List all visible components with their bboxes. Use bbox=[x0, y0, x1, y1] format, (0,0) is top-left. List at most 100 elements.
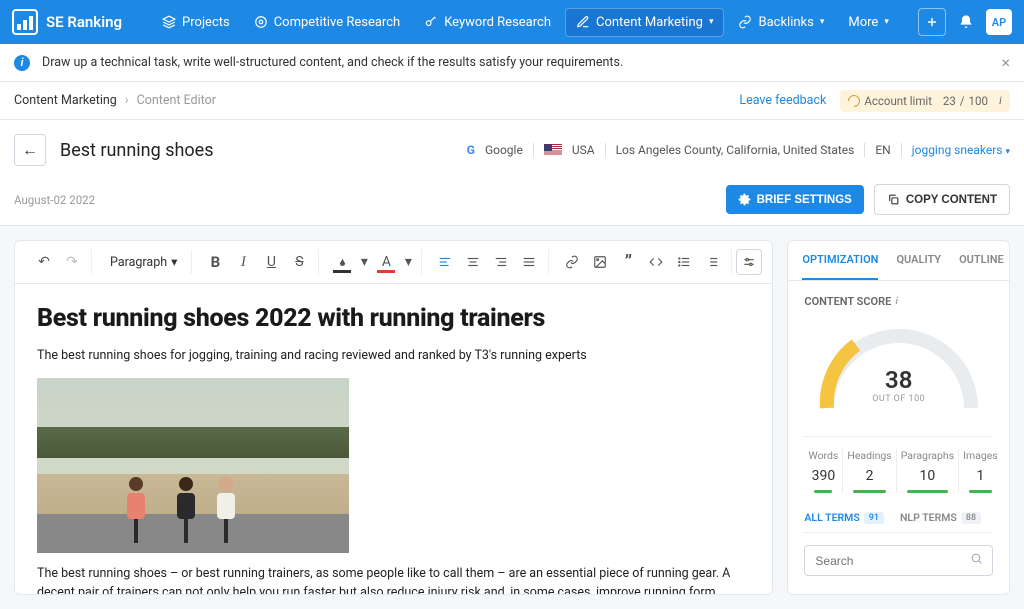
logo-icon bbox=[12, 9, 38, 35]
info-banner: i Draw up a technical task, write well-s… bbox=[0, 44, 1024, 82]
leave-feedback-link[interactable]: Leave feedback bbox=[739, 93, 826, 108]
chevron-right-icon: › bbox=[125, 93, 129, 108]
image-button[interactable] bbox=[587, 249, 613, 275]
undo-button[interactable]: ↶ bbox=[31, 249, 57, 275]
underline-button[interactable]: U bbox=[258, 249, 284, 275]
italic-button[interactable]: I bbox=[230, 249, 256, 275]
link-button[interactable] bbox=[559, 249, 585, 275]
key-icon bbox=[424, 15, 438, 29]
content-h1: Best running shoes 2022 with running tra… bbox=[37, 304, 750, 333]
chevron-down-icon: ▾ bbox=[820, 17, 825, 27]
nav-label: Competitive Research bbox=[274, 15, 400, 30]
location: Los Angeles County, California, United S… bbox=[616, 143, 855, 157]
chevron-down-icon: ▾ bbox=[709, 17, 714, 27]
language: EN bbox=[875, 143, 890, 157]
brand-name: SE Ranking bbox=[46, 13, 122, 31]
back-button[interactable]: ← bbox=[14, 134, 46, 166]
nav-label: More bbox=[848, 15, 878, 30]
nav-keyword[interactable]: Keyword Research bbox=[414, 8, 561, 37]
editor-body[interactable]: Best running shoes 2022 with running tra… bbox=[15, 284, 772, 594]
limit-used: 23 bbox=[943, 94, 956, 108]
document-title: Best running shoes bbox=[60, 140, 467, 161]
limit-label: Account limit bbox=[864, 94, 932, 108]
stats-row: Words390 Headings2 Paragraphs10 Images1 bbox=[804, 436, 993, 493]
stat-images: Images1 bbox=[959, 449, 1002, 493]
search-input[interactable] bbox=[815, 554, 970, 568]
info-icon[interactable]: i bbox=[895, 296, 898, 307]
align-center-button[interactable] bbox=[460, 249, 486, 275]
bullet-list-button[interactable] bbox=[671, 249, 697, 275]
align-justify-button[interactable] bbox=[516, 249, 542, 275]
chevron-down-icon: ▾ bbox=[1005, 147, 1010, 157]
tab-quality[interactable]: QUALITY bbox=[896, 241, 941, 280]
redo-button[interactable]: ↷ bbox=[59, 249, 85, 275]
nav-label: Backlinks bbox=[758, 15, 813, 30]
stat-words: Words390 bbox=[804, 449, 843, 493]
terms-search[interactable] bbox=[804, 545, 993, 576]
stat-headings: Headings2 bbox=[843, 449, 896, 493]
gear-icon bbox=[738, 193, 751, 206]
score-value: 38 bbox=[809, 366, 989, 394]
quote-button[interactable]: ” bbox=[615, 249, 641, 275]
bell-icon[interactable] bbox=[958, 14, 974, 30]
account-limit-badge[interactable]: Account limit 23 / 100 i bbox=[840, 90, 1010, 112]
stat-paragraphs: Paragraphs10 bbox=[897, 449, 959, 493]
chevron-down-icon: ▾ bbox=[171, 254, 177, 270]
chevron-down-icon[interactable]: ▾ bbox=[357, 249, 371, 275]
nav-label: Keyword Research bbox=[444, 15, 551, 30]
settings-toggle-button[interactable] bbox=[736, 249, 762, 275]
breadcrumb-parent[interactable]: Content Marketing bbox=[14, 93, 117, 108]
search-icon bbox=[970, 552, 983, 569]
info-icon: i bbox=[999, 95, 1002, 107]
layers-icon bbox=[162, 15, 176, 29]
copy-content-button[interactable]: COPY CONTENT bbox=[874, 184, 1010, 215]
nav-label: Projects bbox=[182, 15, 230, 30]
align-right-button[interactable] bbox=[488, 249, 514, 275]
close-icon[interactable]: × bbox=[1001, 53, 1010, 72]
nav-label: Content Marketing bbox=[596, 15, 703, 30]
nav-content-marketing[interactable]: Content Marketing ▾ bbox=[565, 8, 724, 37]
highlight-color-button[interactable] bbox=[329, 249, 355, 275]
editor-panel: ↶ ↷ Paragraph ▾ B I U S ▾ A ▾ bbox=[14, 240, 773, 595]
meta-chips: G Google USA Los Angeles County, Califor… bbox=[467, 143, 1010, 157]
tab-optimization[interactable]: OPTIMIZATION bbox=[802, 241, 878, 280]
gauge-icon bbox=[846, 92, 863, 109]
editor-toolbar: ↶ ↷ Paragraph ▾ B I U S ▾ A ▾ bbox=[15, 241, 772, 284]
add-button[interactable] bbox=[918, 8, 946, 36]
chevron-down-icon[interactable]: ▾ bbox=[401, 249, 415, 275]
banner-text: Draw up a technical task, write well-str… bbox=[42, 55, 623, 70]
google-icon: G bbox=[467, 143, 475, 157]
bold-button[interactable]: B bbox=[202, 249, 228, 275]
country: USA bbox=[572, 143, 595, 157]
chevron-down-icon: ▾ bbox=[884, 17, 889, 27]
nav-competitive[interactable]: Competitive Research bbox=[244, 8, 410, 37]
brief-settings-button[interactable]: BRIEF SETTINGS bbox=[726, 185, 864, 214]
score-gauge: 38 OUT OF 100 bbox=[809, 318, 989, 418]
target-icon bbox=[254, 15, 268, 29]
title-area: ← Best running shoes G Google USA Los An… bbox=[0, 120, 1024, 226]
paragraph-dropdown[interactable]: Paragraph ▾ bbox=[102, 250, 185, 274]
align-left-button[interactable] bbox=[432, 249, 458, 275]
code-button[interactable] bbox=[643, 249, 669, 275]
info-icon: i bbox=[14, 55, 30, 71]
side-panel: OPTIMIZATION QUALITY OUTLINE CONTENT SCO… bbox=[787, 240, 1010, 595]
content-paragraph: The best running shoes for jogging, trai… bbox=[37, 347, 750, 366]
nav-projects[interactable]: Projects bbox=[152, 8, 240, 37]
tab-nlp-terms[interactable]: NLP TERMS88 bbox=[900, 511, 981, 524]
us-flag-icon bbox=[544, 144, 562, 156]
document-date: August-02 2022 bbox=[14, 193, 95, 207]
breadcrumb-row: Content Marketing › Content Editor Leave… bbox=[0, 82, 1024, 120]
nav-more[interactable]: More ▾ bbox=[838, 8, 898, 37]
top-nav: SE Ranking Projects Competitive Research… bbox=[0, 0, 1024, 44]
limit-total: 100 bbox=[969, 94, 988, 108]
text-color-button[interactable]: A bbox=[373, 249, 399, 275]
tab-all-terms[interactable]: ALL TERMS91 bbox=[804, 511, 884, 524]
user-avatar[interactable]: AP bbox=[986, 9, 1012, 35]
keyword-dropdown[interactable]: jogging sneakers ▾ bbox=[912, 143, 1010, 157]
tab-outline[interactable]: OUTLINE bbox=[959, 241, 1004, 280]
strikethrough-button[interactable]: S bbox=[286, 249, 312, 275]
numbered-list-button[interactable] bbox=[699, 249, 725, 275]
content-score-label: CONTENT SCORE i bbox=[804, 295, 993, 308]
link-icon bbox=[738, 15, 752, 29]
nav-backlinks[interactable]: Backlinks ▾ bbox=[728, 8, 834, 37]
